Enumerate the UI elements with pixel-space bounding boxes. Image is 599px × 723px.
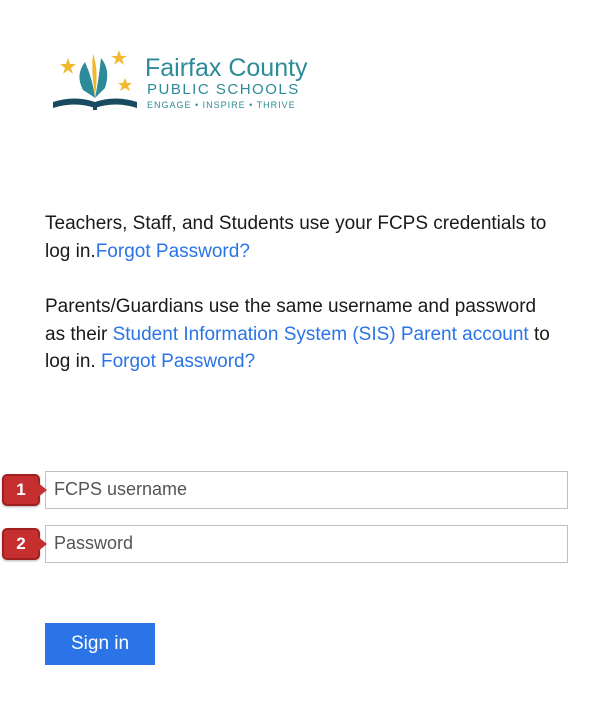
step-marker-1: 1	[2, 474, 40, 506]
fcps-logo: Fairfax County PUBLIC SCHOOLS ENGAGE • I…	[45, 40, 554, 120]
username-input[interactable]	[45, 471, 568, 509]
sign-in-button[interactable]: Sign in	[45, 623, 155, 665]
svg-text:ENGAGE • INSPIRE • THRIVE: ENGAGE • INSPIRE • THRIVE	[147, 100, 296, 110]
password-input[interactable]	[45, 525, 568, 563]
step-marker-2: 2	[2, 528, 40, 560]
forgot-password-parent-link[interactable]: Forgot Password?	[101, 351, 255, 372]
logo-icon: Fairfax County PUBLIC SCHOOLS ENGAGE • I…	[45, 40, 345, 120]
svg-text:PUBLIC SCHOOLS: PUBLIC SCHOOLS	[147, 81, 300, 98]
login-form: 1 2 Sign in	[45, 471, 554, 665]
svg-text:Fairfax County: Fairfax County	[145, 54, 308, 82]
sis-parent-account-link[interactable]: Student Information System (SIS) Parent …	[113, 324, 529, 345]
forgot-password-staff-link[interactable]: Forgot Password?	[96, 241, 250, 262]
login-instructions: Teachers, Staff, and Students use your F…	[45, 210, 554, 376]
